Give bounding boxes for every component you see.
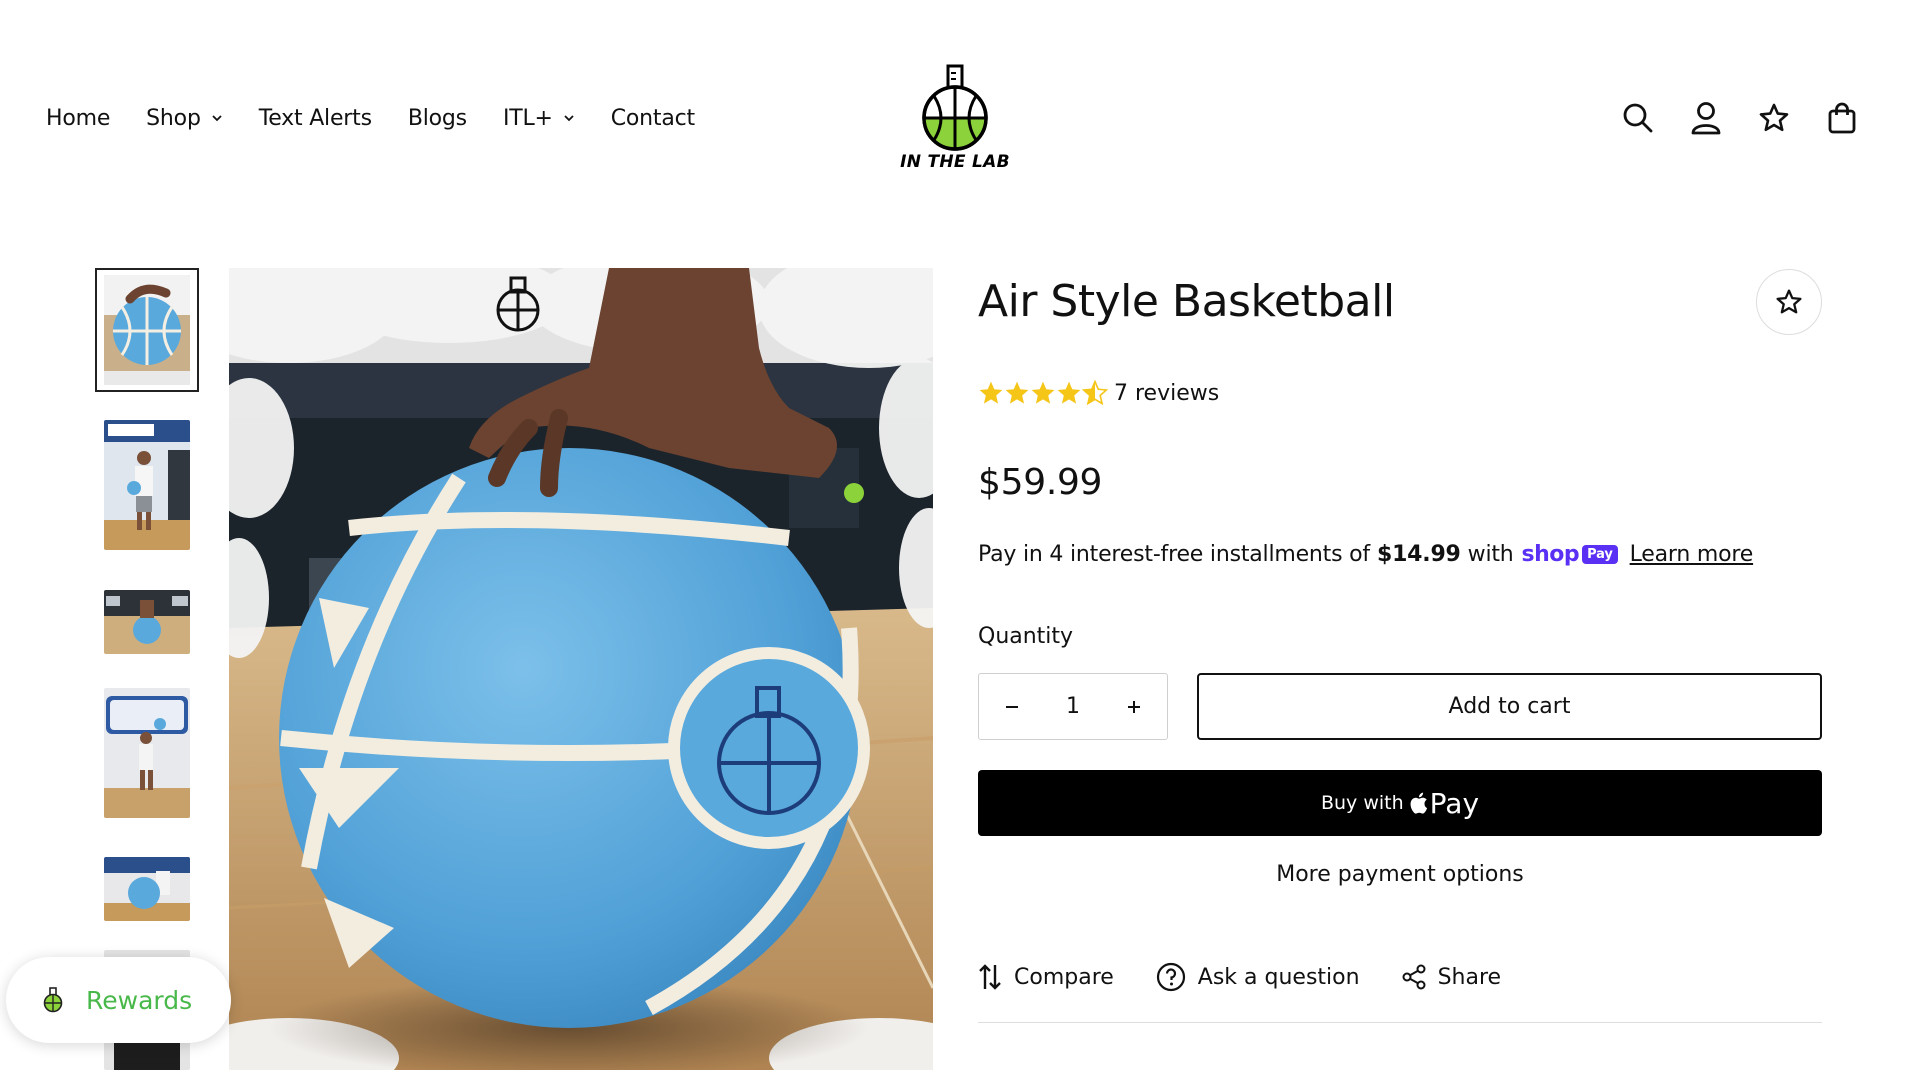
rewards-launcher-button[interactable]: Rewards: [6, 957, 231, 1043]
search-icon: [1623, 103, 1653, 133]
product-actions: Compare Ask a question Share: [978, 962, 1543, 992]
thumbnail-item[interactable]: [95, 590, 199, 654]
nav-shop[interactable]: Shop: [146, 106, 223, 131]
installments-info: Pay in 4 interest-free installments of $…: [978, 542, 1753, 567]
nav-text-alerts-label: Text Alerts: [258, 105, 372, 131]
thumbnail-item[interactable]: [95, 688, 199, 818]
flask-basketball-logo-icon: [922, 64, 988, 151]
star-half-icon: [1082, 380, 1108, 406]
apple-pay-mark: Pay: [1410, 787, 1479, 820]
wishlist-button[interactable]: [1756, 100, 1792, 136]
more-payment-options-link[interactable]: More payment options: [978, 862, 1822, 887]
thumbnail-item[interactable]: [95, 856, 199, 922]
account-button[interactable]: [1688, 100, 1724, 136]
thumbnail-image: [104, 590, 190, 654]
installments-amount: $14.99: [1376, 542, 1461, 567]
search-button[interactable]: [1620, 100, 1656, 136]
quantity-decrease-button[interactable]: [999, 694, 1025, 720]
rating-stars: [978, 380, 1108, 406]
chevron-down-icon: [212, 115, 222, 122]
thumbnail-item[interactable]: [95, 420, 199, 550]
star-filled-icon: [1031, 381, 1055, 404]
nav-itl-plus[interactable]: ITL+: [503, 106, 575, 131]
compare-button[interactable]: Compare: [978, 963, 1114, 991]
thumbnail-item[interactable]: [95, 268, 199, 392]
nav-itl-plus-label: ITL+: [502, 105, 553, 131]
add-to-cart-label: Add to cart: [1448, 694, 1571, 719]
quantity-input[interactable]: [1043, 694, 1103, 719]
learn-more-link[interactable]: Learn more: [1630, 542, 1754, 567]
add-to-cart-button[interactable]: Add to cart: [1197, 673, 1822, 740]
product-title: Air Style Basketball: [978, 276, 1395, 327]
star-filled-icon: [979, 381, 1003, 404]
logo-text: IN THE LAB: [900, 152, 1010, 172]
star-outline-icon: [1776, 289, 1802, 314]
shop-pay-logo: shop Pay: [1522, 542, 1618, 567]
thumbnail-image: [104, 420, 190, 550]
quantity-label: Quantity: [978, 624, 1074, 649]
nav-blogs-label: Blogs: [407, 105, 467, 131]
share-icon: [1402, 964, 1426, 990]
star-filled-icon: [1005, 381, 1029, 404]
cart-bag-icon: [1828, 102, 1856, 134]
ask-question-button[interactable]: Ask a question: [1156, 962, 1360, 992]
apple-pay-label: Pay: [1429, 786, 1480, 820]
main-nav: Home Shop Text Alerts Blogs ITL+ Contact: [46, 100, 731, 136]
site-logo[interactable]: IN THE LAB: [900, 64, 1010, 176]
nav-text-alerts[interactable]: Text Alerts: [259, 106, 372, 131]
rewards-flask-icon: [43, 987, 63, 1013]
basketball-photo: [229, 268, 933, 1070]
buy-with-apple-pay-button[interactable]: Buy with Pay: [978, 770, 1822, 836]
main-product-image[interactable]: [229, 268, 933, 1070]
cart-button[interactable]: [1824, 100, 1860, 136]
header-icons: [1620, 100, 1892, 136]
share-button[interactable]: Share: [1402, 964, 1502, 990]
wishlist-star-icon: [1759, 103, 1789, 132]
nav-shop-label: Shop: [146, 105, 201, 131]
shop-pay-word: shop: [1521, 542, 1580, 567]
compare-label: Compare: [1014, 964, 1114, 990]
installments-prefix: Pay in 4 interest-free installments of: [978, 542, 1370, 567]
quantity-increase-button[interactable]: [1121, 694, 1147, 720]
installments-with: with: [1467, 542, 1514, 567]
question-circle-icon: [1156, 962, 1185, 992]
share-label: Share: [1437, 964, 1502, 990]
chevron-down-icon: [564, 115, 574, 122]
add-to-wishlist-button[interactable]: [1756, 269, 1822, 335]
ask-question-label: Ask a question: [1197, 964, 1360, 990]
account-icon: [1691, 102, 1721, 135]
thumbnail-image: [104, 857, 190, 921]
thumbnail-image: [104, 688, 190, 818]
nav-contact[interactable]: Contact: [611, 106, 695, 131]
buy-with-label: Buy with: [1320, 792, 1404, 814]
product-price: $59.99: [978, 462, 1103, 503]
nav-contact-label: Contact: [610, 105, 695, 131]
plus-icon: [1128, 700, 1140, 713]
nav-blogs[interactable]: Blogs: [408, 106, 467, 131]
star-filled-icon: [1057, 381, 1081, 404]
nav-home[interactable]: Home: [46, 106, 110, 131]
reviews-count-link[interactable]: 7 reviews: [1114, 381, 1219, 406]
section-divider: [978, 1022, 1822, 1023]
minus-icon: [1006, 705, 1018, 708]
shop-pay-badge: Pay: [1582, 545, 1618, 564]
nav-home-label: Home: [46, 105, 111, 131]
apple-logo-icon: [1410, 792, 1427, 814]
product-rating[interactable]: 7 reviews: [978, 380, 1219, 406]
thumbnail-image: [104, 275, 190, 385]
quantity-stepper: [978, 673, 1168, 740]
compare-arrows-icon: [979, 964, 1001, 990]
rewards-label: Rewards: [86, 985, 193, 1015]
